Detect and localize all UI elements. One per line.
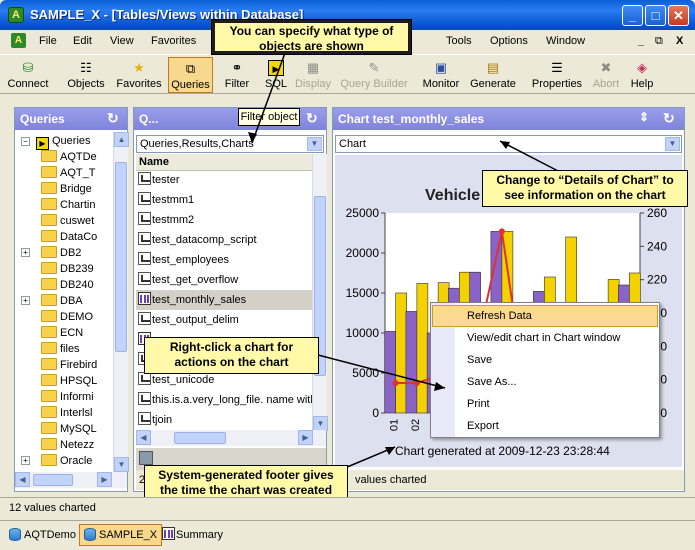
tab-summary-label: Summary: [176, 529, 224, 541]
status-text: 12 values charted: [9, 502, 96, 514]
arrow-mid: [317, 354, 446, 389]
callout-details-of-chart: Change to “Details of Chart” to see info…: [482, 170, 688, 207]
arrow-top: [251, 52, 286, 144]
arrowhead-mid: [434, 382, 445, 391]
tab-sample-x[interactable]: SAMPLE_X: [79, 524, 163, 546]
callout-object-types: You can specify what type of objects are…: [211, 19, 412, 55]
tab-sample-x-label: SAMPLE_X: [99, 529, 158, 541]
callout-object-types-text: You can specify what type of objects are…: [215, 23, 408, 53]
status-bar: 12 values charted: [0, 497, 695, 519]
window-tab-bar: AQTDemo SAMPLE_X Summary: [0, 520, 695, 550]
callout-right-click: Right-click a chart for actions on the c…: [144, 337, 319, 374]
chart-icon: [162, 527, 175, 540]
tab-aqtdemo-label: AQTDemo: [24, 529, 76, 541]
database-icon: [84, 528, 96, 541]
tab-aqtdemo[interactable]: AQTDemo: [4, 524, 81, 546]
database-icon: [9, 528, 21, 541]
tab-summary[interactable]: Summary: [155, 524, 228, 546]
arrow-right: [499, 140, 561, 173]
